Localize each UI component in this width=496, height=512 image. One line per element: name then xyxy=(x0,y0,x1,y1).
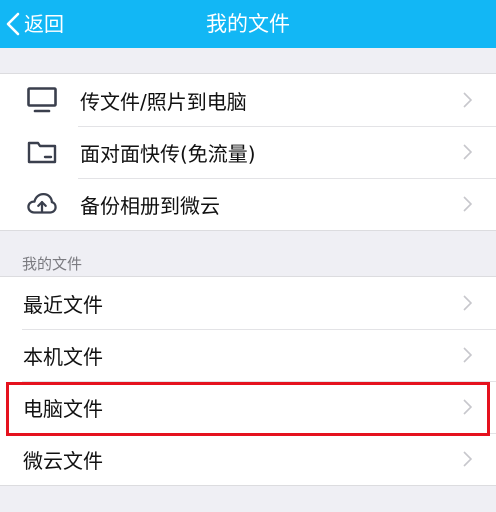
chevron-right-icon xyxy=(463,451,472,467)
face-to-face-transfer-label: 面对面快传(免流量) xyxy=(80,141,256,166)
chevron-right-icon xyxy=(463,295,472,311)
recent-files-item[interactable]: 最近文件 xyxy=(0,277,496,329)
send-to-computer-label: 传文件/照片到电脑 xyxy=(80,89,247,114)
recent-files-label: 最近文件 xyxy=(23,292,103,317)
page-title: 我的文件 xyxy=(206,12,290,36)
navigation-bar: 返回 我的文件 xyxy=(0,0,496,48)
face-to-face-transfer-item[interactable]: 面对面快传(免流量) xyxy=(0,126,496,178)
cloud-upload-icon xyxy=(27,190,57,218)
chevron-right-icon xyxy=(463,144,472,160)
my-files-section-label: 我的文件 xyxy=(22,255,83,273)
back-label: 返回 xyxy=(24,12,64,36)
chevron-right-icon xyxy=(463,196,472,212)
backup-album-label: 备份相册到微云 xyxy=(80,193,220,218)
computer-files-label: 电脑文件 xyxy=(23,396,103,421)
chevron-left-icon xyxy=(6,12,20,36)
weiyun-files-item[interactable]: 微云文件 xyxy=(0,433,496,485)
computer-files-item[interactable]: 电脑文件 xyxy=(0,381,496,433)
folder-icon xyxy=(27,138,57,166)
send-to-computer-item[interactable]: 传文件/照片到电脑 xyxy=(0,74,496,126)
local-files-label: 本机文件 xyxy=(23,344,103,369)
my-files-list: 最近文件 本机文件 电脑文件 微云文件 xyxy=(0,276,496,486)
monitor-icon xyxy=(27,86,57,114)
actions-list: 传文件/照片到电脑 面对面快传(免流量) 备份相册到微云 xyxy=(0,73,496,231)
backup-album-item[interactable]: 备份相册到微云 xyxy=(0,178,496,230)
weiyun-files-label: 微云文件 xyxy=(23,448,103,473)
chevron-right-icon xyxy=(463,399,472,415)
back-button[interactable]: 返回 xyxy=(6,0,64,48)
chevron-right-icon xyxy=(463,347,472,363)
local-files-item[interactable]: 本机文件 xyxy=(0,329,496,381)
chevron-right-icon xyxy=(463,92,472,108)
